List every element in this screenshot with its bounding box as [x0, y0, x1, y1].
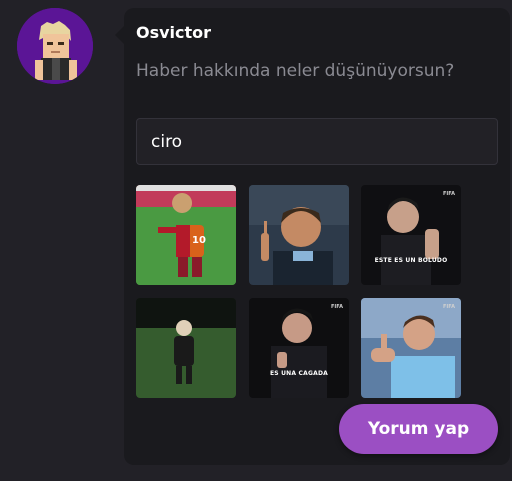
gif-result[interactable]: 10	[136, 185, 236, 285]
comment-card: Osvictor 10	[115, 8, 510, 465]
gif-watermark: FIFA	[443, 191, 455, 197]
habbo-avatar-icon	[17, 8, 93, 84]
gif-caption: ES UNA CAGADA	[270, 370, 328, 377]
gif-watermark: FIFA	[443, 304, 455, 310]
gif-result[interactable]: FIFA	[361, 298, 461, 398]
gif-result[interactable]: FIFA ES UNA CAGADA	[249, 298, 349, 398]
gif-result[interactable]	[249, 185, 349, 285]
gif-result[interactable]: FIFA ESTE ES UN BOLUDO	[361, 185, 461, 285]
submit-comment-button[interactable]: Yorum yap	[339, 404, 498, 454]
gif-watermark: FIFA	[331, 304, 343, 310]
username: Osvictor	[136, 23, 212, 42]
gif-caption: ESTE ES UN BOLUDO	[374, 257, 448, 264]
user-avatar[interactable]	[17, 8, 93, 84]
gif-search-input[interactable]	[136, 118, 498, 165]
svg-text:10: 10	[192, 235, 206, 246]
gif-result[interactable]	[136, 298, 236, 398]
comment-input[interactable]	[136, 56, 496, 86]
